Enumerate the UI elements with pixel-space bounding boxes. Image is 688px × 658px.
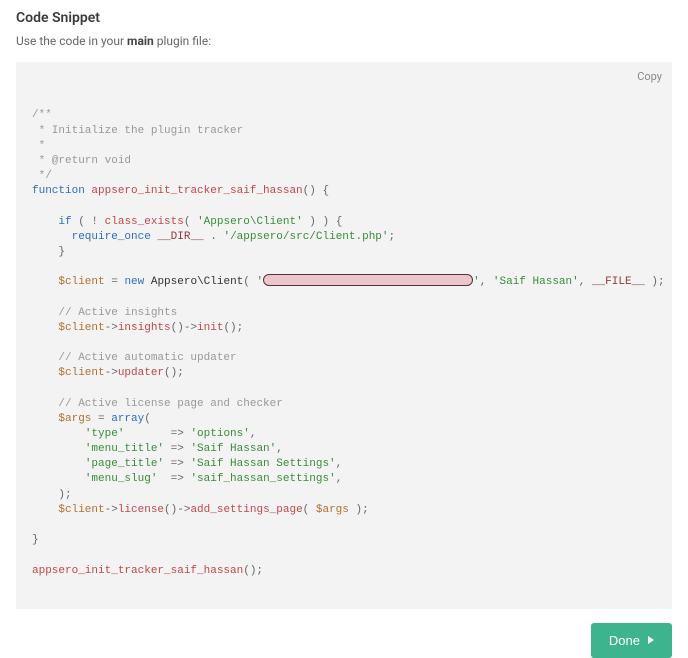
code-var: $client: [58, 504, 104, 516]
code-str: ': [473, 276, 480, 288]
done-label: Done: [609, 633, 640, 648]
code-funcname: appsero_init_tracker_saif_hassan: [91, 185, 302, 197]
instruction-suffix: plugin file:: [154, 34, 211, 48]
done-button[interactable]: Done: [591, 623, 672, 658]
code-funccall: appsero_init_tracker_saif_hassan: [32, 565, 243, 577]
code-str: 'Saif Hassan Settings': [190, 458, 335, 470]
instruction-text: Use the code in your main plugin file:: [16, 34, 672, 48]
code-kw: require_once: [72, 231, 151, 243]
code-comment: // Active license page and checker: [58, 398, 282, 410]
section-title: Code Snippet: [16, 10, 672, 26]
code-op: .: [210, 231, 217, 243]
code-comment: /**: [32, 109, 52, 121]
code-var: $args: [316, 504, 349, 516]
code-kw: function: [32, 185, 85, 197]
code-comment: * @return void: [32, 155, 131, 167]
instruction-prefix: Use the code in your: [16, 34, 127, 48]
code-comment: * Initialize the plugin tracker: [32, 125, 243, 137]
code-comment: // Active automatic updater: [58, 352, 236, 364]
copy-button[interactable]: Copy: [637, 70, 662, 83]
code-comment: *: [32, 140, 45, 152]
code-str: 'options': [190, 428, 249, 440]
code-var: $client: [58, 322, 104, 334]
code-var: $client: [58, 367, 104, 379]
code-method: add_settings_page: [190, 504, 302, 516]
redacted-token: [263, 274, 473, 286]
code-method: license: [118, 504, 164, 516]
code-fn: class_exists: [105, 216, 184, 228]
code-const: __DIR__: [157, 231, 203, 243]
code-kw: array: [111, 413, 144, 425]
code-str: 'Saif Hassan': [493, 276, 579, 288]
chevron-right-icon: [648, 636, 654, 644]
code-str: 'menu_slug': [85, 473, 158, 485]
instruction-bold: main: [127, 34, 154, 48]
code-var: $client: [58, 276, 104, 288]
footer: Done: [16, 623, 672, 658]
code-const: __FILE__: [592, 276, 645, 288]
code-str: ': [256, 276, 263, 288]
code-str: 'Appsero\Client': [197, 216, 303, 228]
code-str: '/appsero/src/Client.php': [223, 231, 388, 243]
code-str: 'Saif Hassan': [190, 443, 276, 455]
code-kw: new: [124, 276, 144, 288]
code-str: 'saif_hassan_settings': [190, 473, 335, 485]
code-class: Appsero\Client: [151, 276, 243, 288]
code-comment: */: [32, 170, 52, 182]
code-kw: if: [58, 216, 71, 228]
code-op: !: [91, 216, 98, 228]
code-method: init: [197, 322, 223, 334]
code-method: updater: [118, 367, 164, 379]
code-str: 'page_title': [85, 458, 164, 470]
code-method: insights: [118, 322, 171, 334]
code-str: 'type': [85, 428, 125, 440]
code-var: $args: [58, 413, 91, 425]
code-snippet-block: Copy /** * Initialize the plugin tracker…: [16, 62, 672, 609]
code-str: 'menu_title': [85, 443, 164, 455]
code-comment: // Active insights: [58, 307, 177, 319]
